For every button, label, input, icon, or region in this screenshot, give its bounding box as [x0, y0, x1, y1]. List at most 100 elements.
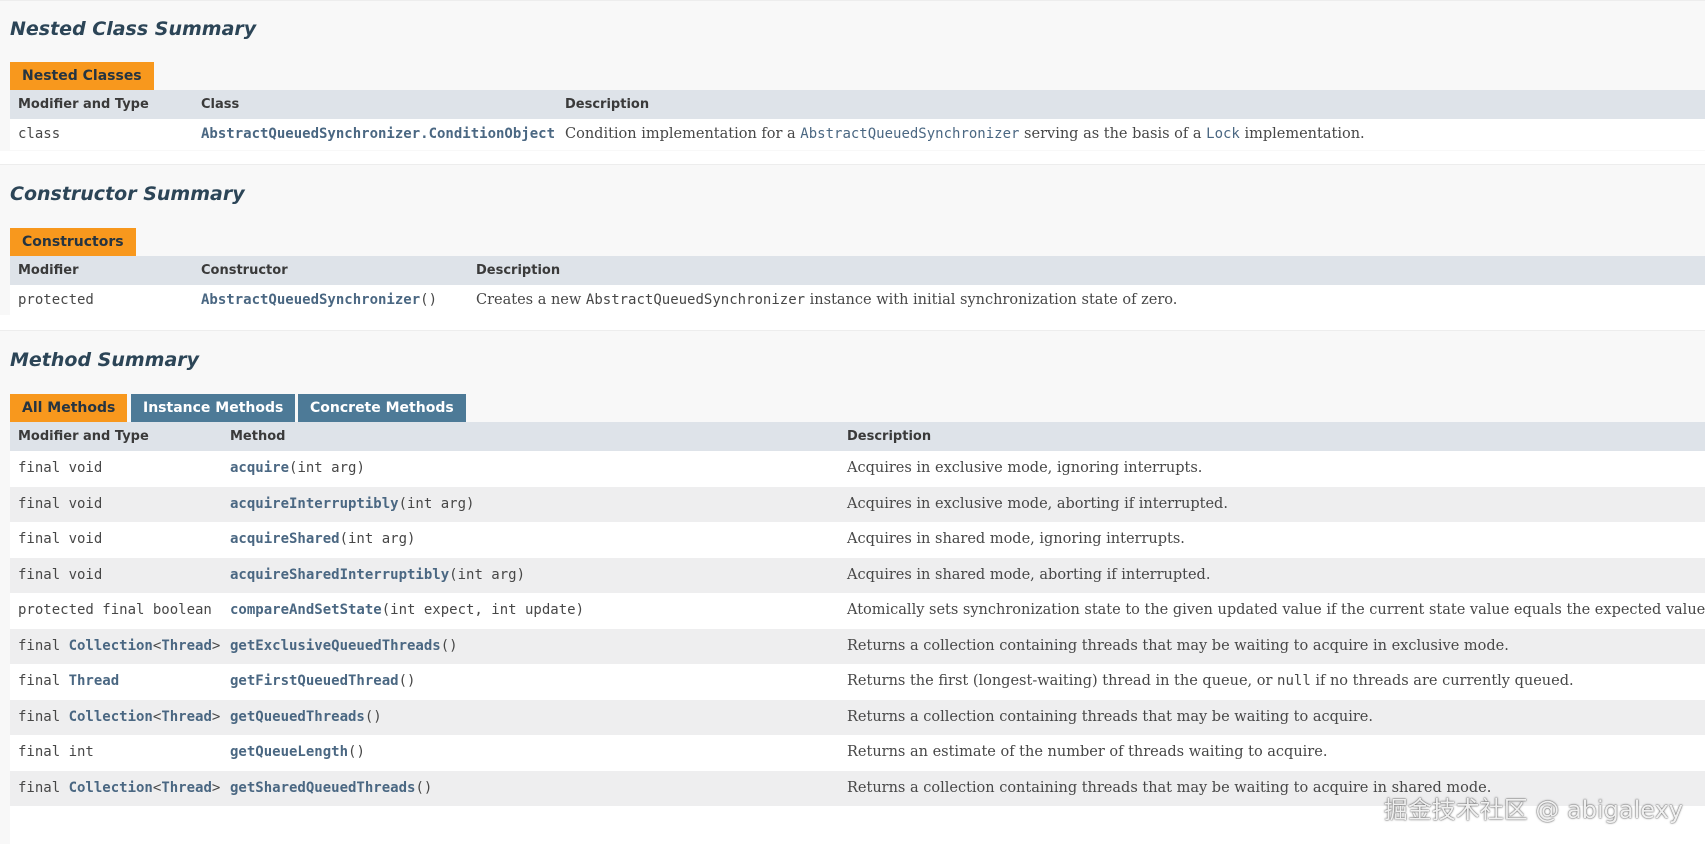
column-header-modifier: Modifier — [18, 263, 79, 278]
method-summary-section: Method Summary All Methods Instance Meth… — [0, 330, 1705, 844]
column-header-description: Description — [476, 263, 561, 278]
tab-concrete-methods[interactable]: Concrete Methods — [298, 394, 466, 422]
method-params: (int expect, int update) — [381, 602, 585, 618]
row-modifier: final void — [18, 487, 102, 523]
row-description: Condition implementation for a AbstractQ… — [565, 119, 1365, 150]
row-modifier: class — [18, 126, 61, 142]
constructor-signature: AbstractQueuedSynchronizer() — [201, 285, 437, 316]
method-signature: acquireInterruptibly(int arg) — [230, 487, 474, 523]
method-link[interactable]: getSharedQueuedThreads — [230, 780, 415, 796]
desc-text: Returns a collection containing threads … — [847, 637, 1509, 654]
type-link[interactable]: Collection — [69, 638, 153, 654]
method-signature: getFirstQueuedThread() — [230, 664, 415, 700]
constructors-table: Modifier Constructor Description protect… — [10, 256, 1705, 316]
method-signature: getSharedQueuedThreads() — [230, 771, 432, 807]
desc-text: Condition implementation for a — [565, 126, 801, 142]
row-description: Acquires in shared mode, aborting if int… — [847, 558, 1210, 594]
table-row: final int getQueueLength() Returns an esti… — [10, 735, 1705, 771]
method-link[interactable]: getFirstQueuedThread — [230, 673, 399, 689]
row-description: Returns the first (longest-waiting) thre… — [847, 664, 1574, 700]
row-description: Acquires in exclusive mode, aborting if … — [847, 487, 1228, 523]
table-row: final Thread getFirstQueuedThread() Return… — [10, 664, 1705, 700]
constructor-link[interactable]: AbstractQueuedSynchronizer — [201, 292, 420, 308]
method-link[interactable]: getExclusiveQueuedThreads — [230, 638, 441, 654]
method-link[interactable]: acquireSharedInterruptibly — [230, 567, 449, 583]
tab-constructors[interactable]: Constructors — [10, 228, 136, 256]
condition-object-link[interactable]: AbstractQueuedSynchronizer.ConditionObje… — [201, 119, 555, 150]
nested-class-summary-section: Nested Class Summary Nested Classes Modi… — [0, 0, 1705, 151]
table-row: protected AbstractQueuedSynchronizer() C… — [10, 285, 1705, 316]
method-signature: acquire(int arg) — [230, 451, 365, 487]
column-header-class: Class — [201, 97, 240, 112]
table-row: final void acquireSharedInterruptibly(int… — [10, 557, 1705, 594]
method-link[interactable]: acquire — [230, 460, 289, 476]
row-description: Creates a new AbstractQueuedSynchronizer… — [476, 285, 1177, 316]
type-link[interactable]: Collection — [69, 780, 153, 796]
desc-text: Returns a collection containing threads … — [847, 708, 1373, 725]
column-header-modifier-type: Modifier and Type — [18, 429, 149, 444]
desc-text: Acquires in shared mode, aborting if int… — [847, 566, 1211, 583]
methods-table: Modifier and Type Method Description fin… — [10, 422, 1705, 844]
aqs-link[interactable]: AbstractQueuedSynchronizer — [800, 126, 1019, 142]
desc-text: Returns an estimate of the number of thr… — [847, 744, 1328, 760]
row-modifier: final Collection<Thread> — [18, 771, 220, 807]
method-signature: getQueuedThreads() — [230, 700, 382, 736]
column-header-description: Description — [847, 429, 932, 444]
watermark: 掘金技术社区 @ abigalexy — [1383, 796, 1683, 824]
modifier-text: final — [18, 779, 69, 796]
row-modifier: final Collection<Thread> — [18, 700, 220, 736]
tab-all-methods[interactable]: All Methods — [10, 394, 128, 422]
method-params: () — [348, 744, 365, 760]
row-modifier: final Thread — [18, 664, 119, 700]
type-link[interactable]: Thread — [69, 673, 120, 689]
method-signature: getExclusiveQueuedThreads() — [230, 629, 458, 665]
type-param-link[interactable]: Thread — [161, 780, 212, 796]
desc-text: serving as the basis of a — [1019, 126, 1207, 142]
tab-instance-methods[interactable]: Instance Methods — [131, 394, 296, 422]
method-signature: acquireShared(int arg) — [230, 522, 415, 558]
method-params: () — [440, 637, 458, 654]
table-header: Modifier and Type Class Description — [10, 90, 1705, 119]
method-params: () — [398, 673, 416, 689]
row-description: Acquires in shared mode, ignoring interr… — [847, 522, 1185, 558]
table-row: final void acquire(int arg) Acquires in ex… — [10, 451, 1705, 487]
method-link[interactable]: getQueueLength — [230, 744, 348, 760]
type-param-link[interactable]: Thread — [161, 709, 212, 725]
method-params: (int arg) — [449, 566, 526, 583]
table-header: Modifier Constructor Description — [10, 256, 1705, 285]
method-link[interactable]: acquireShared — [230, 531, 340, 547]
constructor-summary-section: Constructor Summary Constructors Modifie… — [0, 164, 1705, 316]
desc-text: Atomically sets synchronization state to… — [847, 602, 1705, 618]
method-summary-title: Method Summary — [10, 349, 200, 371]
desc-text: Acquires in exclusive mode, ignoring int… — [847, 460, 1203, 476]
row-modifier: protected final boolean — [18, 593, 212, 629]
nested-classes-table: Modifier and Type Class Description clas… — [10, 90, 1705, 150]
type-param-link[interactable]: Thread — [161, 638, 212, 654]
row-modifier: protected — [18, 292, 94, 308]
table-row: final Collection<Thread> getQueuedThreads… — [10, 699, 1705, 736]
desc-code: null — [1277, 673, 1311, 689]
table-header: Modifier and Type Method Description — [10, 422, 1705, 451]
desc-text: Acquires in exclusive mode, aborting if … — [847, 495, 1228, 512]
lock-link[interactable]: Lock — [1206, 126, 1240, 142]
table-row: final void acquireShared(int arg) Acquires… — [10, 522, 1705, 558]
row-description: Acquires in exclusive mode, ignoring int… — [847, 451, 1202, 487]
desc-text: Returns the first (longest-waiting) thre… — [847, 673, 1278, 689]
section-divider — [0, 321, 1705, 329]
method-link[interactable]: compareAndSetState — [230, 602, 382, 618]
constructor-summary-title: Constructor Summary — [10, 183, 245, 205]
modifier-text: final — [18, 637, 69, 654]
row-modifier: final void — [18, 451, 102, 487]
constructor-params: () — [420, 292, 438, 308]
method-signature: compareAndSetState(int expect, int updat… — [230, 593, 584, 629]
tab-nested-classes[interactable]: Nested Classes — [10, 62, 154, 90]
modifier-text: final void — [18, 495, 103, 512]
modifier-text: final void — [18, 566, 103, 583]
row-description: Returns a collection containing threads … — [847, 700, 1373, 736]
method-link[interactable]: getQueuedThreads — [230, 709, 365, 725]
method-signature: acquireSharedInterruptibly(int arg) — [230, 558, 525, 594]
nested-class-summary-title: Nested Class Summary — [10, 18, 257, 40]
desc-text: Creates a new — [476, 292, 586, 308]
type-link[interactable]: Collection — [69, 709, 153, 725]
method-link[interactable]: acquireInterruptibly — [230, 496, 399, 512]
